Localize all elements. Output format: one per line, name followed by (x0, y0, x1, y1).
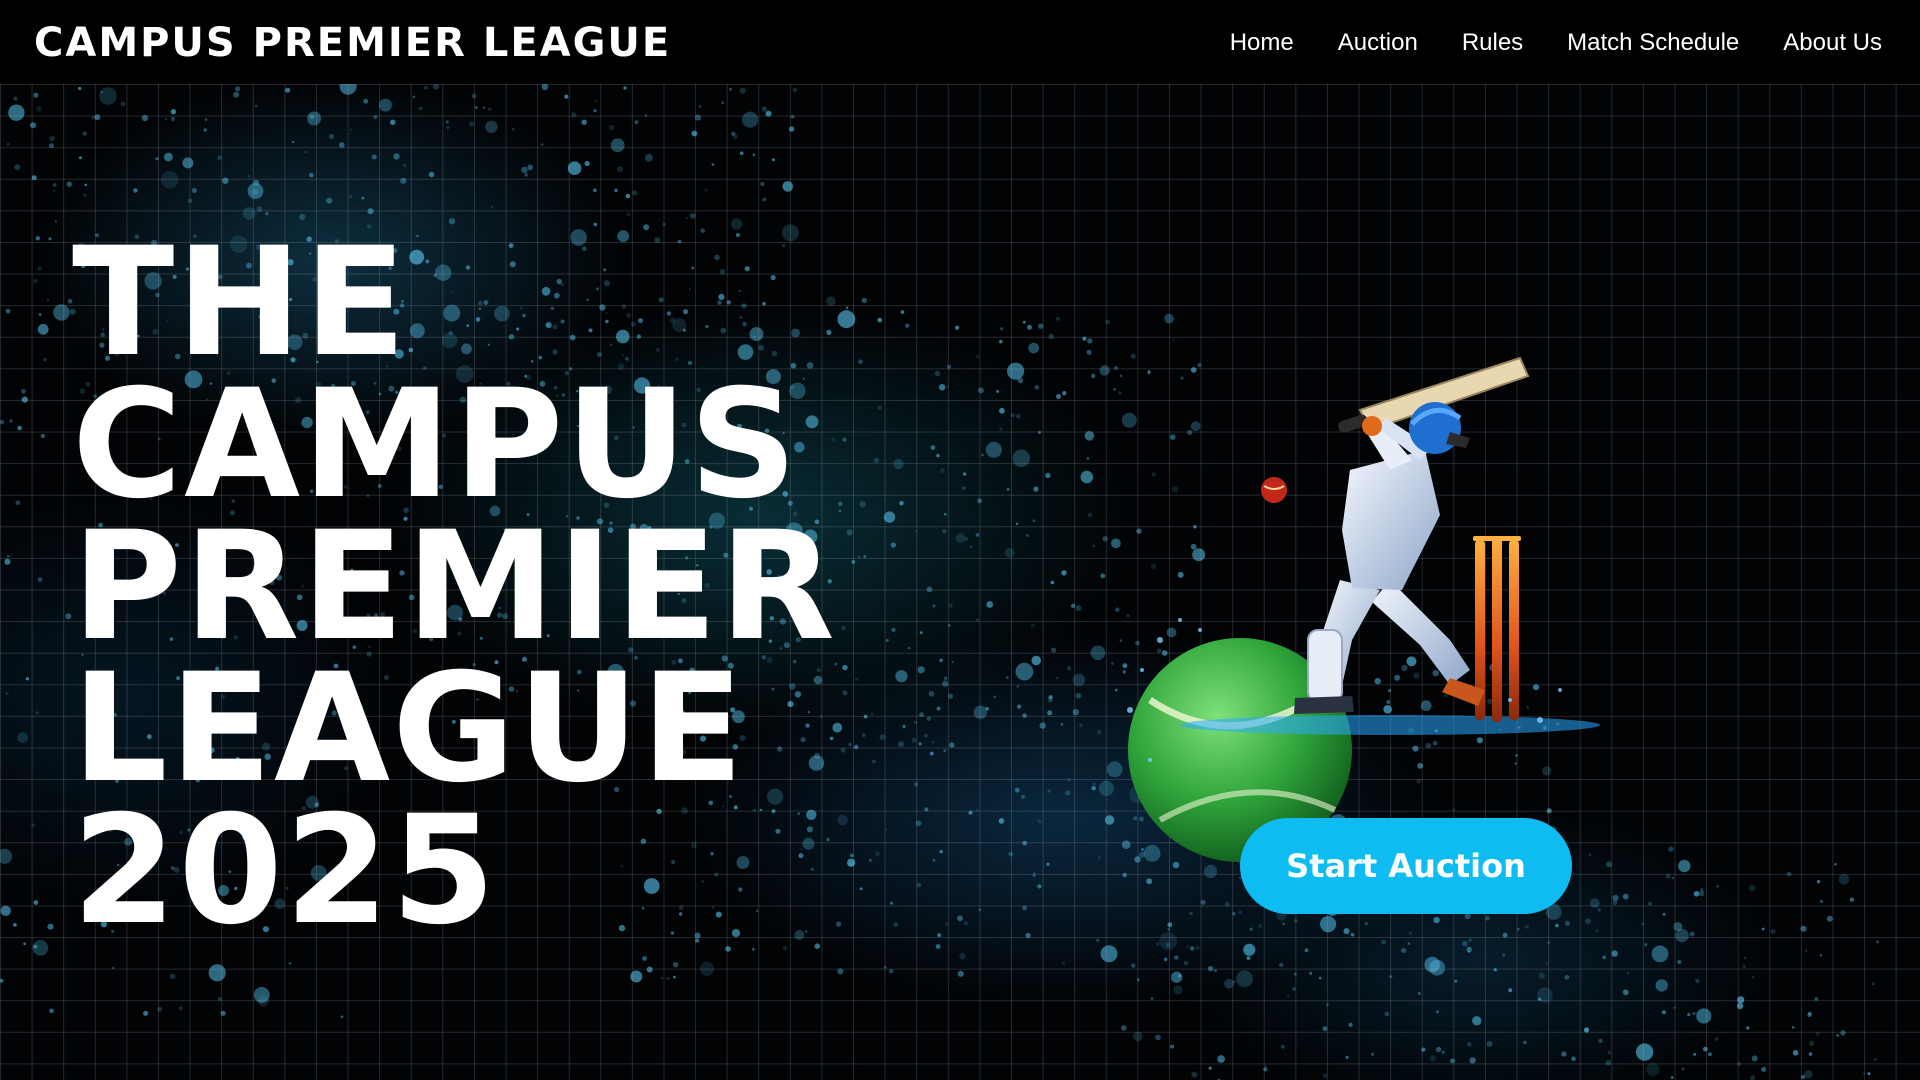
brand-logo-text[interactable]: CAMPUS PREMIER LEAGUE (34, 18, 671, 68)
hero-title-line: CAMPUS (72, 358, 800, 532)
hero-title: THE CAMPUS PREMIER LEAGUE 2025 (72, 216, 837, 958)
landing-page: CAMPUS PREMIER LEAGUE Home Auction Rules… (0, 0, 1920, 1080)
site-header: CAMPUS PREMIER LEAGUE Home Auction Rules… (0, 0, 1920, 84)
nav-link-rules[interactable]: Rules (1462, 26, 1523, 60)
hero-title-line: 2025 (72, 784, 498, 958)
nav-link-auction[interactable]: Auction (1338, 26, 1418, 60)
cricket-batsman-illustration (1127, 356, 1600, 862)
platform-glow (1180, 715, 1600, 735)
hero-title-line: THE (72, 216, 409, 390)
nav-link-match-schedule[interactable]: Match Schedule (1567, 26, 1739, 60)
cricket-ball-icon (1261, 477, 1287, 503)
hero-title-line: PREMIER (72, 500, 837, 674)
start-auction-button[interactable]: Start Auction (1240, 818, 1572, 914)
nav-link-home[interactable]: Home (1230, 26, 1294, 60)
hero-title-line: LEAGUE (72, 642, 746, 816)
nav-link-about-us[interactable]: About Us (1783, 26, 1882, 60)
main-nav: Home Auction Rules Match Schedule About … (1230, 26, 1882, 60)
